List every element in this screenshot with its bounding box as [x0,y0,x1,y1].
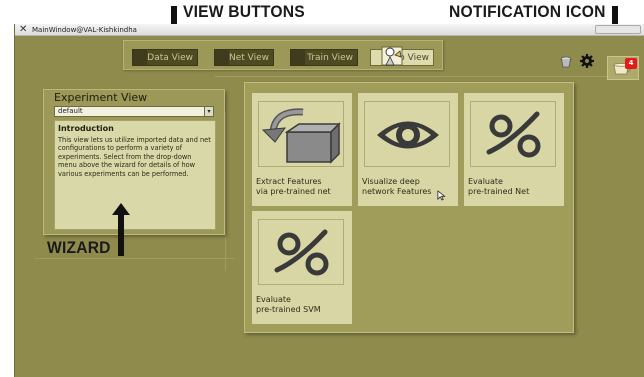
net-view-button[interactable]: Net View [214,49,274,66]
notification-icon-annotation: NOTIFICATION ICON [449,2,606,21]
grid-line [225,111,226,271]
scientist-icon [381,46,403,66]
introduction-box: Introduction This view lets us utilize i… [54,120,216,230]
eye-icon [377,121,439,149]
workspace: Data View Net View Train View Exp View 4… [15,36,644,377]
introduction-heading: Introduction [58,124,114,133]
train-view-button[interactable]: Train View [290,49,358,66]
data-view-button[interactable]: Data View [132,49,198,66]
chevron-down-icon: ▾ [204,107,213,116]
wizard-annotation: WIZARD [47,238,111,257]
main-window: ✕ MainWindow@VAL-Kishkindha Data View Ne… [14,24,644,377]
window-controls[interactable] [595,25,641,34]
evaluate-svm-card[interactable]: Evaluate pre-trained SVM [252,211,352,324]
experiment-view-title: Experiment View [54,91,148,104]
gear-icon[interactable] [580,54,594,68]
view-toolbar: Data View Net View Train View Exp View [123,40,443,70]
view-buttons-annotation: VIEW BUTTONS [183,2,305,21]
notification-button[interactable]: 4 [607,56,639,80]
card-label: Evaluate pre-trained SVM [256,295,321,314]
card-label: Extract Features via pre-trained net [256,177,331,196]
wizard-arrow [118,214,124,256]
introduction-text: This view lets us utilize imported data … [58,136,211,178]
notification-badge: 4 [625,58,637,69]
mouse-cursor-icon [437,190,446,201]
window-title: MainWindow@VAL-Kishkindha [32,26,137,34]
grid-line [35,258,235,259]
extract-features-card[interactable]: Extract Features via pre-trained net [252,93,352,206]
evaluate-net-card[interactable]: Evaluate pre-trained Net [464,93,564,206]
percent-icon [486,111,541,158]
title-bar: ✕ MainWindow@VAL-Kishkindha [15,24,644,36]
grid-line [215,76,635,77]
percent-icon [274,229,329,276]
experiment-cards-panel: Extract Features via pre-trained net Vis… [244,82,574,333]
experiment-view-panel: Experiment View default ▾ Introduction T… [43,89,225,235]
app-x-icon: ✕ [19,24,28,35]
box-arrow-icon [261,108,341,164]
card-label: Evaluate pre-trained Net [468,177,530,196]
experiment-select[interactable]: default ▾ [54,106,214,117]
trash-icon[interactable] [560,56,572,68]
